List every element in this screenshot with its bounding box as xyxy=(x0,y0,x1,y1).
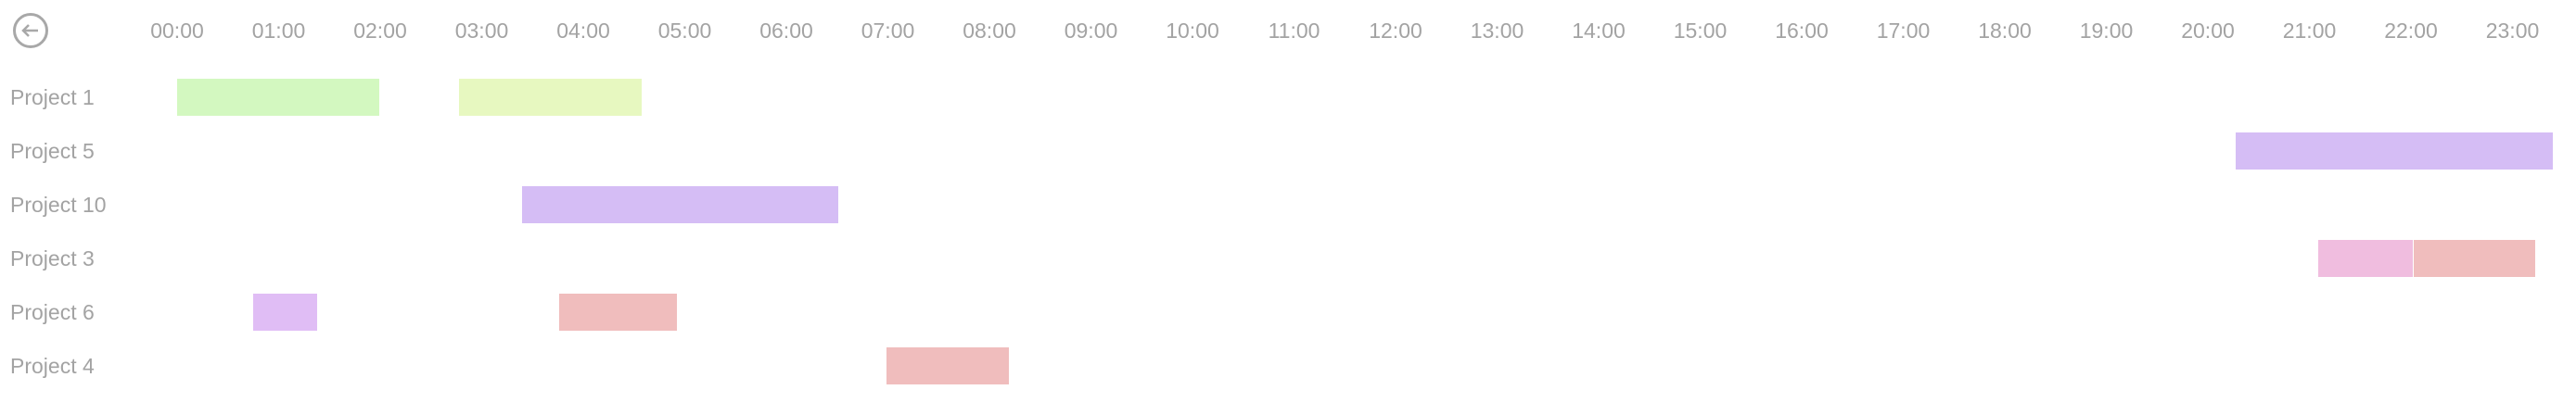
x-tick-label: 12:00 xyxy=(1369,19,1422,43)
back-button[interactable] xyxy=(13,13,48,48)
timeline-bar[interactable] xyxy=(459,79,643,116)
x-tick-label: 10:00 xyxy=(1166,19,1219,43)
x-tick-label: 03:00 xyxy=(454,19,509,43)
timeline-bar[interactable] xyxy=(886,347,1010,384)
x-tick-label: 14:00 xyxy=(1572,19,1626,43)
x-tick-label: 15:00 xyxy=(1673,19,1728,43)
x-tick-label: 23:00 xyxy=(2485,19,2540,43)
x-tick-label: 05:00 xyxy=(657,19,712,43)
x-tick-label: 06:00 xyxy=(759,19,813,43)
x-tick-label: 02:00 xyxy=(353,19,407,43)
x-tick-label: 21:00 xyxy=(2282,19,2337,43)
x-tick-label: 20:00 xyxy=(2181,19,2235,43)
timeline-bar[interactable] xyxy=(522,186,839,223)
timeline-bar[interactable] xyxy=(2318,240,2415,277)
timeline-bar[interactable] xyxy=(2235,132,2555,170)
arrow-left-icon xyxy=(21,24,38,37)
row-label: Project 10 xyxy=(10,193,107,217)
x-tick-label: 19:00 xyxy=(2079,19,2134,43)
row-label: Project 1 xyxy=(10,85,95,109)
x-tick-label: 07:00 xyxy=(861,19,915,43)
x-tick-label: 17:00 xyxy=(1876,19,1931,43)
row-label: Project 4 xyxy=(10,354,95,378)
timeline-bar[interactable] xyxy=(177,79,380,116)
timeline-bar[interactable] xyxy=(558,294,678,331)
x-tick-label: 13:00 xyxy=(1470,19,1524,43)
x-tick-label: 09:00 xyxy=(1064,19,1118,43)
x-tick-label: 18:00 xyxy=(1978,19,2032,43)
x-tick-label: 04:00 xyxy=(556,19,610,43)
x-tick-label: 01:00 xyxy=(251,19,306,43)
row-label: Project 5 xyxy=(10,139,95,163)
timeline-bar[interactable] xyxy=(2414,240,2536,277)
x-tick-label: 08:00 xyxy=(963,19,1016,43)
timeline-bar[interactable] xyxy=(253,294,319,331)
x-tick-label: 00:00 xyxy=(150,19,204,43)
x-tick-label: 16:00 xyxy=(1775,19,1829,43)
x-tick-label: 22:00 xyxy=(2384,19,2438,43)
row-label: Project 3 xyxy=(10,246,95,270)
x-tick-label: 11:00 xyxy=(1268,19,1320,43)
row-label: Project 6 xyxy=(10,300,95,324)
